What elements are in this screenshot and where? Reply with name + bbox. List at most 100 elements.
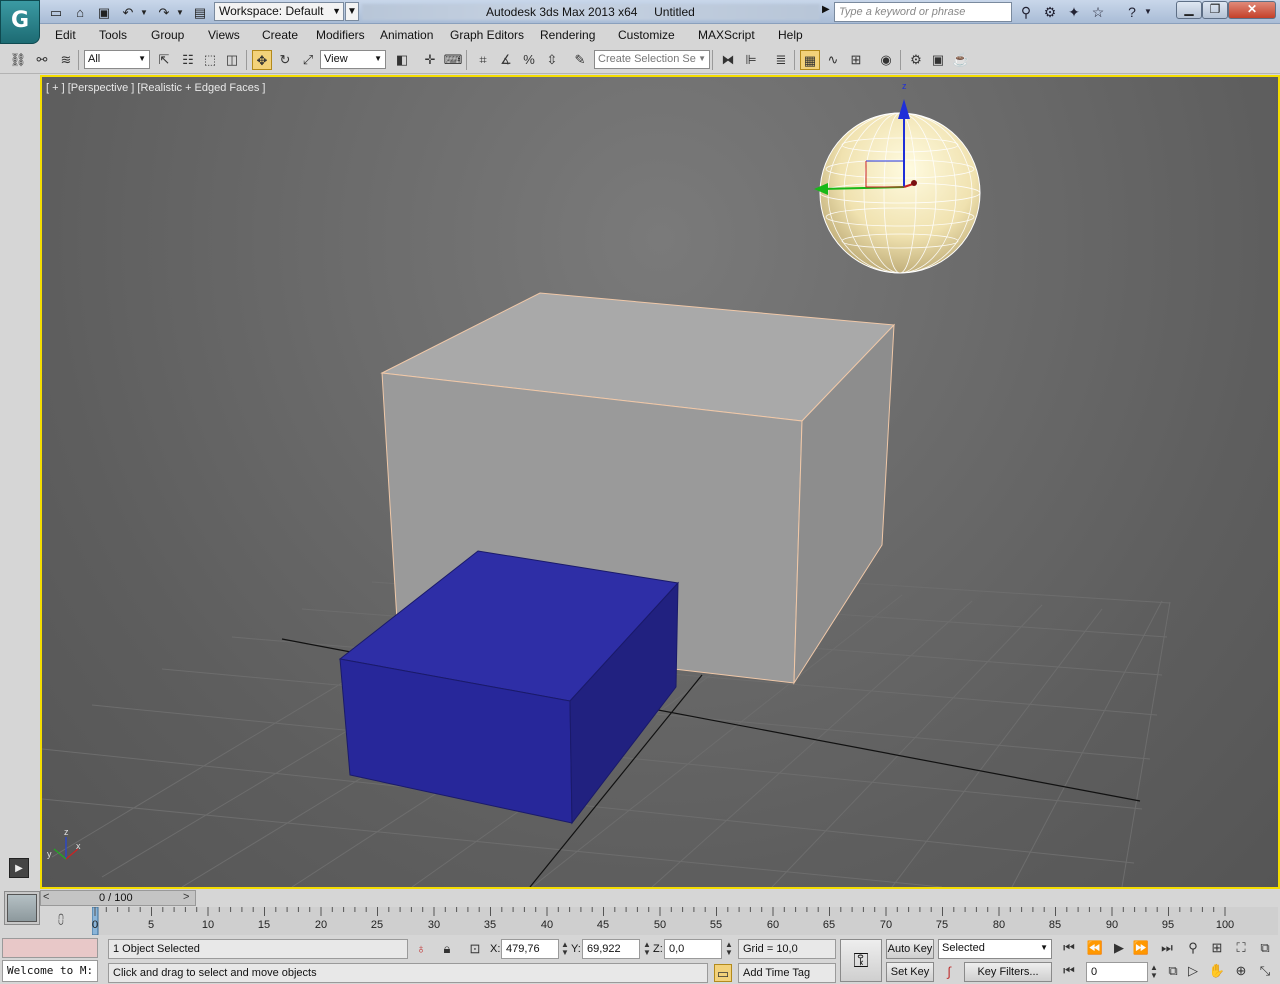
time-tag-icon[interactable]: ▭ [714, 964, 732, 982]
x-coordinate-input[interactable]: 479,76 [501, 939, 559, 959]
schematic-view-icon[interactable]: ⊞ [846, 50, 866, 70]
binoculars-icon[interactable]: ⚲ [1016, 3, 1036, 21]
quick-access-menu-icon[interactable]: ▼ [345, 2, 359, 21]
select-and-scale-icon[interactable]: ⤢ [298, 50, 318, 70]
reference-coordinate-dropdown[interactable]: View ▼ [320, 50, 386, 69]
save-file-icon[interactable]: ▣ [94, 3, 114, 21]
communication-icon[interactable]: ✦ [1064, 3, 1084, 21]
menu-edit[interactable]: Edit [55, 28, 76, 42]
rectangular-selection-icon[interactable]: ⬚ [200, 50, 220, 70]
field-of-view-icon[interactable]: ▷ [1184, 962, 1202, 980]
time-slider-next-icon[interactable]: > [183, 891, 189, 903]
keyboard-shortcut-override-icon[interactable]: ⌨ [443, 50, 463, 70]
layer-manager-icon[interactable]: ≣ [771, 50, 791, 70]
favorites-star-icon[interactable]: ☆ [1088, 3, 1108, 21]
render-setup-icon[interactable]: ⚙ [906, 50, 926, 70]
menu-help[interactable]: Help [778, 28, 803, 42]
go-to-start-icon[interactable]: ⏮ [1060, 939, 1078, 957]
mirror-icon[interactable]: ⧓ [718, 50, 738, 70]
percent-snap-icon[interactable]: % [519, 50, 539, 70]
open-file-icon[interactable]: ⌂ [70, 3, 90, 21]
perspective-viewport[interactable]: [ + ] [Perspective ] [Realistic + Edged … [40, 75, 1280, 889]
box-blue-object[interactable] [338, 550, 679, 825]
undo-icon[interactable]: ↶ [118, 3, 138, 21]
project-folder-icon[interactable]: ▤ [190, 3, 210, 21]
isolate-selection-icon[interactable]: ♁ [412, 940, 430, 958]
key-mode-toggle-icon[interactable]: ⏮ [1060, 962, 1078, 980]
select-and-rotate-icon[interactable]: ↻ [275, 50, 295, 70]
minimize-button[interactable]: ▁ [1176, 1, 1202, 19]
key-tangent-icon[interactable]: ∫ [940, 963, 958, 981]
edit-named-selection-icon[interactable]: ✎ [570, 50, 590, 70]
pan-view-hand-icon[interactable]: ✋ [1208, 962, 1226, 980]
add-time-tag-field[interactable]: Add Time Tag [738, 963, 836, 983]
application-menu-logo[interactable]: G [0, 0, 40, 44]
search-input[interactable]: Type a keyword or phrase [834, 2, 1012, 22]
new-file-icon[interactable]: ▭ [46, 3, 66, 21]
help-icon[interactable]: ? [1122, 3, 1142, 21]
redo-icon[interactable]: ↷ [154, 3, 174, 21]
menu-group[interactable]: Group [151, 28, 184, 42]
subscription-icon[interactable]: ⚙ [1040, 3, 1060, 21]
menu-maxscript[interactable]: MAXScript [698, 28, 755, 42]
align-icon[interactable]: ⊫ [741, 50, 761, 70]
render-production-icon[interactable]: ☕ [951, 50, 971, 70]
menu-customize[interactable]: Customize [618, 28, 675, 42]
rendered-frame-window-icon[interactable]: ▣ [928, 50, 948, 70]
menu-create[interactable]: Create [262, 28, 298, 42]
zoom-all-icon[interactable]: ⊞ [1208, 939, 1226, 957]
maximize-button[interactable]: ❐ [1202, 1, 1228, 19]
key-mode-dropdown[interactable]: Selected ▼ [938, 939, 1052, 959]
zoom-extents-all-icon[interactable]: ⧉ [1256, 939, 1274, 957]
search-expand-icon[interactable]: ▶ [822, 4, 830, 15]
menu-tools[interactable]: Tools [99, 28, 127, 42]
select-and-move-icon[interactable]: ✥ [252, 50, 272, 70]
sphere-object[interactable] [814, 99, 981, 274]
material-editor-icon[interactable]: ◉ [876, 50, 896, 70]
absolute-mode-transform-icon[interactable]: ⊡ [466, 940, 484, 958]
mini-curve-editor-toggle[interactable] [4, 891, 40, 925]
select-object-icon[interactable]: ⇱ [154, 50, 174, 70]
menu-views[interactable]: Views [208, 28, 240, 42]
menu-graph-editors[interactable]: Graph Editors [450, 28, 524, 42]
bind-to-space-warp-icon[interactable]: ≋ [56, 50, 76, 70]
z-spinner-icon[interactable]: ▲ ▼ [725, 941, 733, 957]
track-bar[interactable]: 0 5 10 15 20 25 30 35 40 45 50 55 60 65 … [92, 907, 1278, 935]
zoom-extents-icon[interactable]: ⛶ [1232, 939, 1250, 957]
select-by-name-icon[interactable]: ☷ [178, 50, 198, 70]
zoom-icon[interactable]: ⚲ [1184, 939, 1202, 957]
unlink-selection-icon[interactable]: ⚯ [32, 50, 52, 70]
maxscript-listener-field[interactable]: Welcome to M: [2, 960, 98, 982]
set-keys-key-icon[interactable]: ⚿ [840, 939, 882, 982]
pivot-center-icon[interactable]: ◧ [392, 50, 412, 70]
redo-dropdown-icon[interactable]: ▼ [174, 3, 186, 21]
angle-snap-icon[interactable]: ∡ [496, 50, 516, 70]
key-filters-button[interactable]: Key Filters... [964, 962, 1052, 982]
previous-frame-icon[interactable]: ⏪ [1086, 939, 1104, 957]
maxscript-mini-listener-pink[interactable] [2, 938, 98, 958]
help-dropdown-icon[interactable]: ▼ [1142, 3, 1154, 21]
window-crossing-icon[interactable]: ◫ [222, 50, 242, 70]
close-button[interactable]: ✕ [1228, 1, 1276, 19]
graphite-ribbon-icon[interactable]: ▦ [800, 50, 820, 70]
select-and-manipulate-icon[interactable]: ✛ [420, 50, 440, 70]
next-frame-icon[interactable]: ⏩ [1132, 939, 1150, 957]
current-frame-input[interactable]: 0 [1086, 962, 1148, 982]
x-spinner-icon[interactable]: ▲ ▼ [561, 941, 569, 957]
y-spinner-icon[interactable]: ▲ ▼ [643, 941, 651, 957]
workspace-selector[interactable]: Workspace: Default ▼ [214, 2, 344, 21]
viewport-play-icon[interactable]: ▶ [9, 858, 29, 878]
auto-key-button[interactable]: Auto Key [886, 939, 934, 959]
track-bar-icon[interactable]: ⩇ [52, 911, 70, 929]
z-coordinate-input[interactable]: 0,0 [664, 939, 722, 959]
select-and-link-icon[interactable]: ⛓ [8, 50, 28, 70]
menu-modifiers[interactable]: Modifiers [316, 28, 365, 42]
time-slider[interactable]: < 0 / 100 > [40, 890, 196, 906]
orbit-icon[interactable]: ⊕ [1232, 962, 1250, 980]
menu-animation[interactable]: Animation [380, 28, 433, 42]
curve-editor-icon[interactable]: ∿ [823, 50, 843, 70]
named-selection-set-dropdown[interactable]: Create Selection Se ▼ [594, 50, 710, 69]
set-key-button[interactable]: Set Key [886, 962, 934, 982]
maximize-viewport-icon[interactable]: ⤡ [1256, 962, 1274, 980]
time-slider-prev-icon[interactable]: < [43, 891, 49, 903]
